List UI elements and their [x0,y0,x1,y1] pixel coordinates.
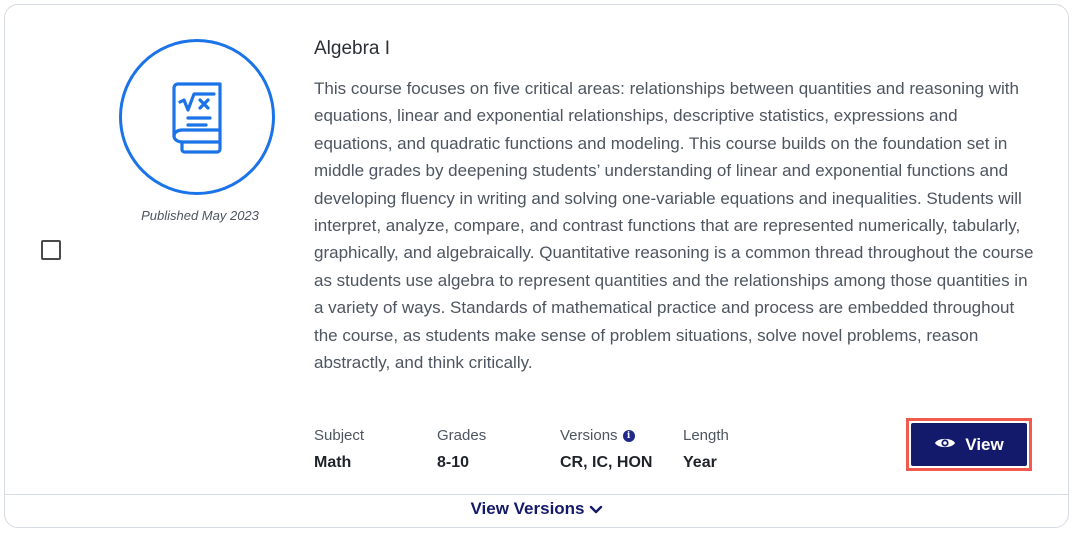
versions-value: CR, IC, HON [560,454,653,471]
grades-value: 8-10 [437,454,470,471]
select-course-checkbox[interactable] [41,240,61,260]
eye-icon [934,435,956,455]
chevron-down-icon [589,500,603,520]
subject-label: Subject [314,427,365,444]
meta-subject: Subject Math [314,427,364,472]
course-description: This course focuses on five critical are… [314,79,1034,373]
grades-label: Grades [437,427,487,444]
versions-label: Versions [560,427,618,444]
algebra-book-icon [119,39,275,195]
info-icon[interactable]: i [622,429,635,442]
card-divider [5,494,1068,495]
view-button[interactable]: View [911,423,1027,466]
meta-grades: Grades 8-10 [437,427,486,472]
course-title: Algebra I [314,38,391,59]
subject-value: Math [314,454,352,471]
meta-versions: Versions i CR, IC, HON [560,427,652,472]
meta-length: Length Year [683,427,729,472]
view-versions-label: View Versions [470,499,585,518]
published-date: Published May 2023 [141,208,259,223]
length-value: Year [683,454,717,471]
view-button-label: View [965,434,1004,454]
versions-label-row: Versions i [560,427,652,444]
length-label: Length [683,427,729,444]
view-versions-button[interactable]: View Versions [5,499,1068,520]
